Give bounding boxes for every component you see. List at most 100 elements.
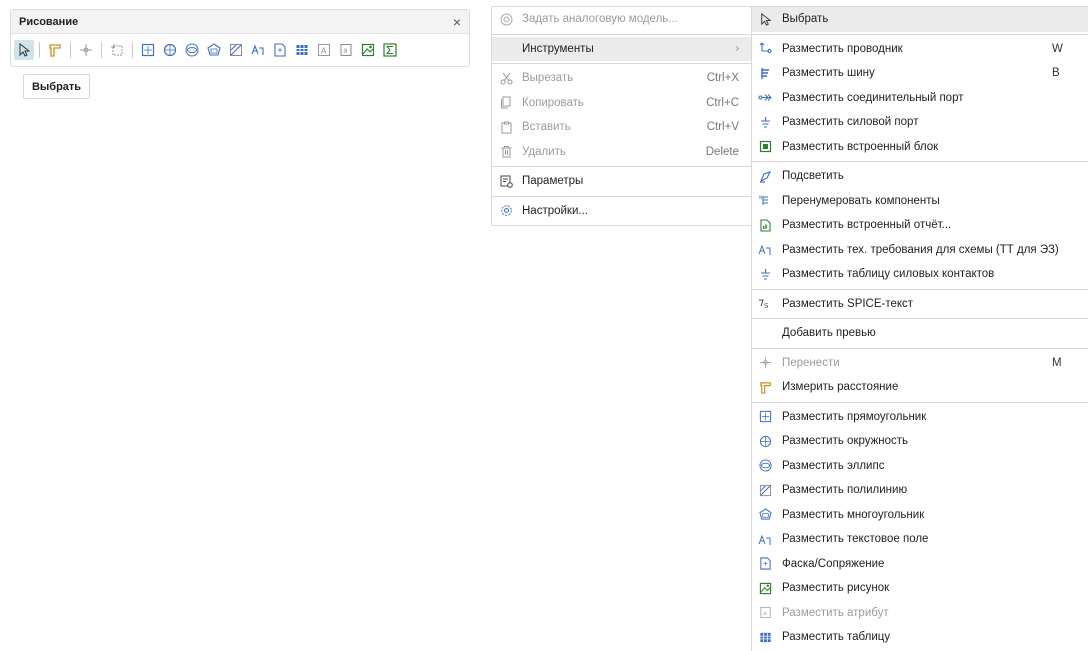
menu-item-analog-model[interactable]: Задать аналоговую модель... bbox=[492, 7, 751, 32]
scissors-icon bbox=[499, 71, 513, 85]
menu-item-circle[interactable]: Разместить окружность bbox=[752, 429, 1088, 454]
menu-item-polygon[interactable]: Разместить многоугольник bbox=[752, 503, 1088, 528]
region-icon[interactable] bbox=[107, 40, 127, 60]
close-icon[interactable]: × bbox=[453, 14, 461, 30]
toolbar-separator bbox=[39, 42, 40, 58]
menu-item-label: Разместить силовой порт bbox=[782, 116, 919, 129]
port-icon bbox=[758, 91, 772, 105]
menu-item-label: Настройки... bbox=[522, 204, 588, 217]
menu-item-move[interactable]: Перенести M bbox=[752, 351, 1088, 376]
menu-separator bbox=[752, 33, 1088, 35]
menu-item-rectangle[interactable]: Разместить прямоугольник bbox=[752, 405, 1088, 430]
attribute-icon[interactable]: A bbox=[314, 40, 334, 60]
polyline-icon[interactable] bbox=[226, 40, 246, 60]
menu-item-highlight[interactable]: Подсветить bbox=[752, 164, 1088, 189]
picture-icon bbox=[758, 581, 772, 595]
text-icon bbox=[758, 532, 772, 546]
picture-icon[interactable] bbox=[358, 40, 378, 60]
menu-separator bbox=[492, 166, 751, 167]
power-port-icon bbox=[758, 115, 772, 129]
menu-separator bbox=[752, 161, 1088, 162]
shortcut-label: M bbox=[1052, 356, 1062, 369]
menu-item-label: Копировать bbox=[522, 96, 584, 109]
menu-item-polyline[interactable]: Разместить полилинию bbox=[752, 478, 1088, 503]
trash-icon bbox=[499, 145, 513, 159]
menu-item-power-port[interactable]: Разместить силовой порт bbox=[752, 110, 1088, 135]
menu-item-select[interactable]: Выбрать bbox=[752, 7, 1088, 32]
menu-item-label: Разместить проводник bbox=[782, 42, 903, 55]
menu-item-picture[interactable]: Разместить рисунок bbox=[752, 576, 1088, 601]
menu-item-chamfer[interactable]: Фаска/Сопряжение bbox=[752, 552, 1088, 577]
textfield-icon[interactable]: a bbox=[336, 40, 356, 60]
table-icon[interactable] bbox=[292, 40, 312, 60]
polygon-icon bbox=[758, 508, 772, 522]
polyline-icon bbox=[758, 483, 772, 497]
menu-item-bus[interactable]: Разместить шину B bbox=[752, 61, 1088, 86]
svg-text:a: a bbox=[762, 609, 766, 617]
measure-icon[interactable] bbox=[45, 40, 65, 60]
menu-item-label: Разместить атрибут bbox=[782, 606, 889, 619]
menu-item-add-preview[interactable]: Добавить превью bbox=[752, 321, 1088, 346]
menu-item-label: Разместить соединительный порт bbox=[782, 91, 964, 104]
circle-icon[interactable] bbox=[160, 40, 180, 60]
menu-item-power-table[interactable]: Разместить таблицу силовых контактов bbox=[752, 262, 1088, 287]
move-icon[interactable] bbox=[76, 40, 96, 60]
toolbar-separator bbox=[70, 42, 71, 58]
chamfer-icon[interactable] bbox=[270, 40, 290, 60]
shortcut-label: B bbox=[1052, 67, 1060, 80]
polygon-icon[interactable] bbox=[204, 40, 224, 60]
menu-item-cut[interactable]: Вырезать Ctrl+X bbox=[492, 66, 751, 91]
menu-item-label: Разместить прямоугольник bbox=[782, 410, 927, 423]
menu-separator bbox=[492, 195, 751, 197]
toolbar-separator bbox=[132, 42, 133, 58]
menu-item-ellipse[interactable]: Разместить эллипс bbox=[752, 454, 1088, 479]
copy-icon bbox=[499, 96, 513, 110]
menu-item-delete[interactable]: Удалить Delete bbox=[492, 140, 751, 165]
block-icon bbox=[758, 140, 772, 154]
menu-item-embedded-block[interactable]: Разместить встроенный блок bbox=[752, 135, 1088, 160]
menu-item-renumber[interactable]: N Перенумеровать компоненты bbox=[752, 189, 1088, 214]
menu-item-attribute[interactable]: a Разместить атрибут bbox=[752, 601, 1088, 626]
menu-item-label: Вставить bbox=[522, 121, 571, 134]
parameters-icon bbox=[499, 174, 513, 188]
tool-row: A a bbox=[11, 34, 469, 66]
menu-item-table[interactable]: Разместить таблицу bbox=[752, 625, 1088, 650]
tooltip: Выбрать bbox=[23, 74, 90, 99]
menu-item-label: Удалить bbox=[522, 145, 566, 158]
menu-item-label: Вырезать bbox=[522, 72, 574, 85]
rectangle-icon[interactable] bbox=[138, 40, 158, 60]
cursor-icon bbox=[758, 12, 772, 26]
menu-item-tech-requirements[interactable]: Разместить тех. требования для схемы (ТТ… bbox=[752, 238, 1088, 263]
svg-text:N: N bbox=[759, 195, 762, 201]
menu-item-label: Разместить текстовое поле bbox=[782, 533, 929, 546]
svg-text:S: S bbox=[764, 302, 769, 310]
menu-item-measure[interactable]: Измерить расстояние bbox=[752, 375, 1088, 400]
analog-model-icon bbox=[499, 12, 513, 26]
menu-item-paste[interactable]: Вставить Ctrl+V bbox=[492, 115, 751, 140]
power-table-icon bbox=[758, 267, 772, 281]
menu-item-label: Перенести bbox=[782, 356, 840, 369]
cursor-icon[interactable] bbox=[14, 40, 34, 60]
menu-item-spice[interactable]: S Разместить SPICE-текст bbox=[752, 292, 1088, 317]
menu-item-label: Инструменты bbox=[522, 42, 594, 55]
menu-item-report[interactable]: Разместить встроенный отчёт... bbox=[752, 213, 1088, 238]
menu-separator bbox=[752, 401, 1088, 403]
toolbar-separator bbox=[101, 42, 102, 58]
menu-item-parameters[interactable]: Параметры bbox=[492, 169, 751, 194]
text-icon[interactable] bbox=[248, 40, 268, 60]
shortcut-label: Ctrl+C bbox=[706, 96, 739, 109]
menu-item-wire[interactable]: Разместить проводник W bbox=[752, 37, 1088, 62]
shortcut-label: Ctrl+V bbox=[706, 121, 739, 134]
menu-item-tools[interactable]: Инструменты › bbox=[492, 36, 751, 61]
menu-item-copy[interactable]: Копировать Ctrl+C bbox=[492, 91, 751, 116]
ellipse-icon[interactable] bbox=[182, 40, 202, 60]
spice-icon: S bbox=[758, 297, 772, 311]
menu-item-port[interactable]: Разместить соединительный порт bbox=[752, 86, 1088, 111]
sum-icon[interactable] bbox=[380, 40, 400, 60]
menu-separator bbox=[492, 63, 751, 64]
menu-item-settings[interactable]: Настройки... bbox=[492, 199, 751, 224]
shortcut-label: W bbox=[1052, 42, 1063, 55]
menu-item-textfield[interactable]: Разместить текстовое поле bbox=[752, 527, 1088, 552]
attribute-icon: a bbox=[758, 606, 772, 620]
chevron-right-icon: › bbox=[735, 43, 739, 55]
